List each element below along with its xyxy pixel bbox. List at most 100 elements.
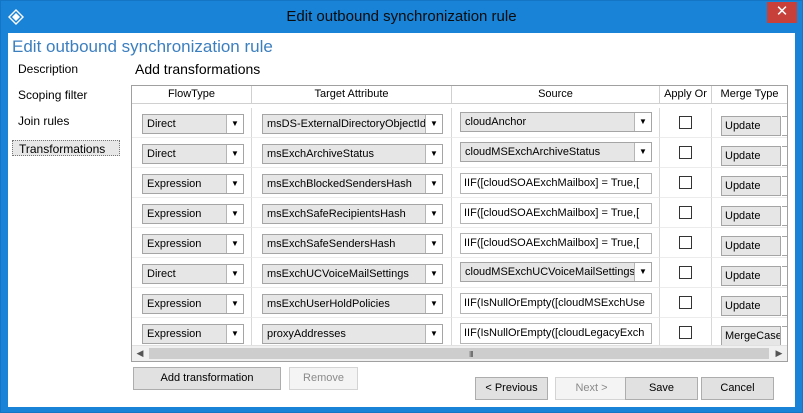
flowtype-dropdown[interactable]: Direct ▼	[142, 264, 244, 284]
apply-once-checkbox[interactable]	[679, 266, 692, 279]
flowtype-dropdown[interactable]: Direct ▼	[142, 144, 244, 164]
merge-type-dropdown-edge[interactable]	[782, 146, 787, 166]
chevron-down-icon[interactable]: ▼	[425, 205, 442, 223]
merge-type-dropdown-edge[interactable]	[782, 176, 787, 196]
table-row[interactable]: Direct ▼ msExchUCVoiceMailSettings ▼ cloudMS…	[132, 258, 787, 288]
source-dropdown[interactable]: cloudAnchor ▼	[460, 112, 652, 132]
flowtype-dropdown[interactable]: Expression ▼	[142, 324, 244, 344]
table-row[interactable]: Expression ▼ msExchSafeSendersHash ▼ IIF([cl…	[132, 228, 787, 258]
merge-type-dropdown[interactable]: Update	[721, 116, 781, 136]
source-dropdown[interactable]: cloudMSExchArchiveStatus ▼	[460, 142, 652, 162]
flowtype-dropdown[interactable]: Direct ▼	[142, 114, 244, 134]
merge-type-dropdown[interactable]: Update	[721, 236, 781, 256]
close-button[interactable]: ✕	[767, 2, 797, 23]
nav-item-scoping-filter[interactable]: Scoping filter	[12, 85, 120, 111]
nav-item-description[interactable]: Description	[12, 59, 120, 85]
chevron-down-icon[interactable]: ▼	[425, 325, 442, 343]
chevron-down-icon[interactable]: ▼	[226, 145, 243, 163]
chevron-down-icon[interactable]: ▼	[226, 325, 243, 343]
source-expression-input[interactable]: IIF(IsNullOrEmpty([cloudLegacyExch	[460, 323, 652, 344]
merge-type-dropdown-edge[interactable]	[782, 266, 787, 286]
table-row[interactable]: Direct ▼ msDS-ExternalDirectoryObjectId ▼ cl…	[132, 108, 787, 138]
apply-once-checkbox[interactable]	[679, 326, 692, 339]
table-row[interactable]: Expression ▼ proxyAddresses ▼ IIF(IsNullOrEm…	[132, 318, 787, 348]
merge-type-dropdown-edge[interactable]	[782, 296, 787, 316]
column-header-flowtype[interactable]: FlowType	[132, 86, 252, 104]
flowtype-cell: Expression ▼	[132, 288, 252, 318]
table-row[interactable]: Direct ▼ msExchArchiveStatus ▼ cloudMSExchAr…	[132, 138, 787, 168]
target-attribute-dropdown[interactable]: msExchUserHoldPolicies ▼	[262, 294, 443, 314]
chevron-down-icon[interactable]: ▼	[226, 175, 243, 193]
target-attribute-dropdown[interactable]: msExchUCVoiceMailSettings ▼	[262, 264, 443, 284]
source-expression-input[interactable]: IIF([cloudSOAExchMailbox] = True,[	[460, 203, 652, 224]
column-header-apply-once[interactable]: Apply Or	[660, 86, 712, 104]
target-attribute-dropdown[interactable]: msExchBlockedSendersHash ▼	[262, 174, 443, 194]
apply-once-checkbox[interactable]	[679, 236, 692, 249]
merge-type-dropdown[interactable]: Update	[721, 206, 781, 226]
apply-once-checkbox[interactable]	[679, 146, 692, 159]
flowtype-dropdown[interactable]: Expression ▼	[142, 174, 244, 194]
scroll-left-icon[interactable]: ◀	[132, 346, 148, 361]
chevron-down-icon[interactable]: ▼	[226, 115, 243, 133]
source-dropdown[interactable]: cloudMSExchUCVoiceMailSettings ▼	[460, 262, 652, 282]
source-expression-input[interactable]: IIF(IsNullOrEmpty([cloudMSExchUse	[460, 293, 652, 314]
save-button[interactable]: Save	[625, 377, 698, 400]
apply-once-checkbox[interactable]	[679, 116, 692, 129]
add-transformation-button[interactable]: Add transformation	[133, 367, 281, 390]
target-attribute-dropdown[interactable]: msExchSafeRecipientsHash ▼	[262, 204, 443, 224]
chevron-down-icon[interactable]: ▼	[226, 205, 243, 223]
merge-type-dropdown-edge[interactable]	[782, 206, 787, 226]
chevron-down-icon[interactable]: ▼	[425, 265, 442, 283]
chevron-down-icon[interactable]: ▼	[425, 145, 442, 163]
transformations-grid: FlowType Target Attribute Source Apply O…	[131, 85, 788, 362]
chevron-down-icon[interactable]: ▼	[425, 295, 442, 313]
flowtype-dropdown[interactable]: Expression ▼	[142, 234, 244, 254]
merge-type-dropdown-edge[interactable]	[782, 326, 787, 346]
scroll-thumb[interactable]: III	[149, 348, 769, 359]
cancel-button[interactable]: Cancel	[701, 377, 774, 400]
next-button[interactable]: Next >	[555, 377, 628, 400]
nav-item-join-rules[interactable]: Join rules	[12, 111, 120, 137]
merge-type-cell: Update	[712, 228, 787, 258]
chevron-down-icon[interactable]: ▼	[634, 113, 651, 131]
column-header-merge-type[interactable]: Merge Type	[712, 86, 787, 104]
nav-item-transformations[interactable]: Transformations	[12, 140, 120, 156]
target-attribute-dropdown[interactable]: msExchSafeSendersHash ▼	[262, 234, 443, 254]
chevron-down-icon[interactable]: ▼	[634, 263, 651, 281]
target-attribute-cell: msExchUserHoldPolicies ▼	[252, 288, 452, 318]
table-row[interactable]: Expression ▼ msExchBlockedSendersHash ▼ IIF(…	[132, 168, 787, 198]
source-expression-input[interactable]: IIF([cloudSOAExchMailbox] = True,[	[460, 173, 652, 194]
chevron-down-icon[interactable]: ▼	[226, 265, 243, 283]
table-row[interactable]: Expression ▼ msExchSafeRecipientsHash ▼ IIF(…	[132, 198, 787, 228]
merge-type-dropdown[interactable]: MergeCase	[721, 326, 781, 346]
merge-type-dropdown-edge[interactable]	[782, 116, 787, 136]
chevron-down-icon[interactable]: ▼	[425, 175, 442, 193]
chevron-down-icon[interactable]: ▼	[226, 235, 243, 253]
column-header-target-attribute[interactable]: Target Attribute	[252, 86, 452, 104]
table-row[interactable]: Expression ▼ msExchUserHoldPolicies ▼ IIF(Is…	[132, 288, 787, 318]
merge-type-dropdown[interactable]: Update	[721, 266, 781, 286]
chevron-down-icon[interactable]: ▼	[226, 295, 243, 313]
target-attribute-dropdown[interactable]: proxyAddresses ▼	[262, 324, 443, 344]
merge-type-dropdown[interactable]: Update	[721, 176, 781, 196]
horizontal-scrollbar[interactable]: ◀ III ▶	[132, 345, 787, 361]
previous-button[interactable]: < Previous	[475, 377, 548, 400]
apply-once-checkbox[interactable]	[679, 176, 692, 189]
merge-type-dropdown[interactable]: Update	[721, 296, 781, 316]
remove-button[interactable]: Remove	[289, 367, 358, 390]
target-attribute-dropdown[interactable]: msExchArchiveStatus ▼	[262, 144, 443, 164]
scroll-right-icon[interactable]: ▶	[771, 346, 787, 361]
title-bar[interactable]: Edit outbound synchronization rule ✕	[1, 1, 802, 33]
apply-once-checkbox[interactable]	[679, 296, 692, 309]
source-expression-input[interactable]: IIF([cloudSOAExchMailbox] = True,[	[460, 233, 652, 254]
flowtype-dropdown[interactable]: Expression ▼	[142, 204, 244, 224]
apply-once-checkbox[interactable]	[679, 206, 692, 219]
merge-type-dropdown-edge[interactable]	[782, 236, 787, 256]
flowtype-dropdown[interactable]: Expression ▼	[142, 294, 244, 314]
chevron-down-icon[interactable]: ▼	[425, 235, 442, 253]
merge-type-dropdown[interactable]: Update	[721, 146, 781, 166]
column-header-source[interactable]: Source	[452, 86, 660, 104]
chevron-down-icon[interactable]: ▼	[425, 115, 442, 133]
target-attribute-dropdown[interactable]: msDS-ExternalDirectoryObjectId ▼	[262, 114, 443, 134]
chevron-down-icon[interactable]: ▼	[634, 143, 651, 161]
